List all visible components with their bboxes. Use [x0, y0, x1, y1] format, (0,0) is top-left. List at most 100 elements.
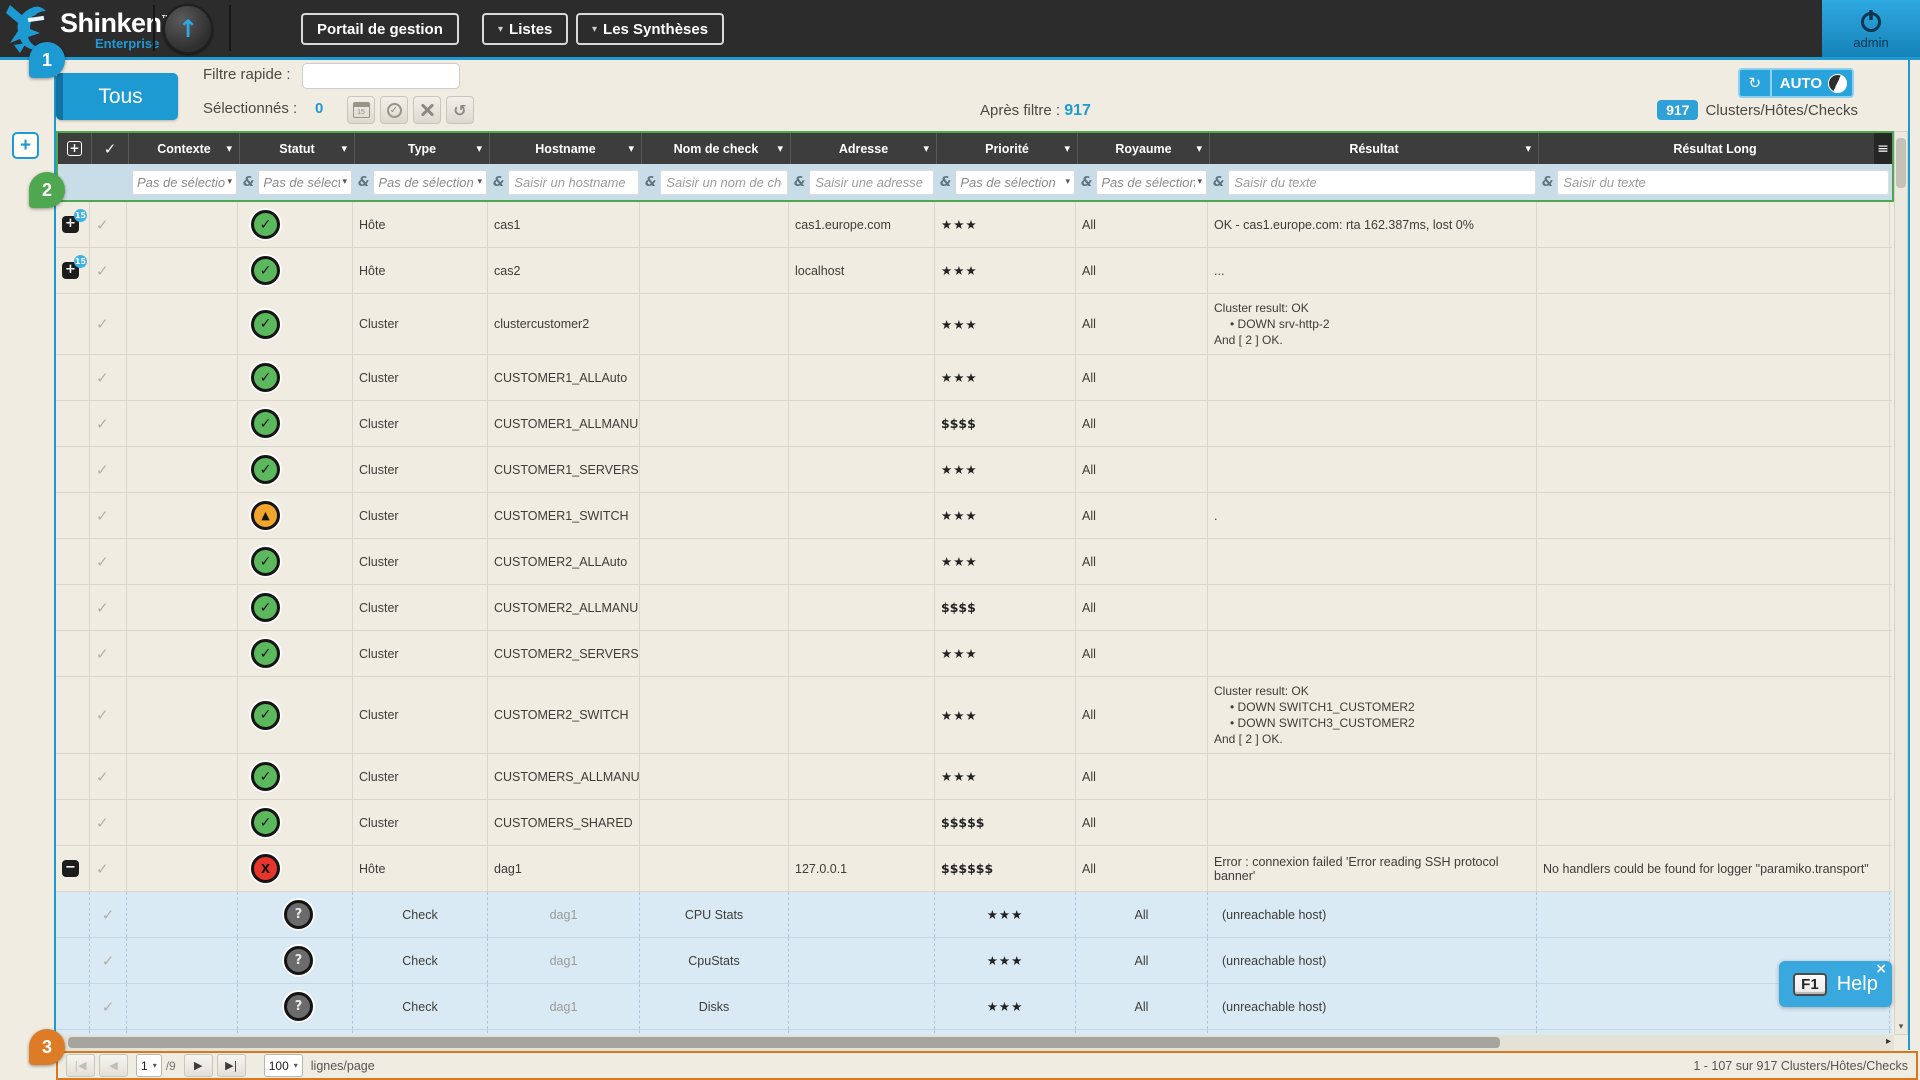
table-row[interactable]: ✓✓ClusterCUSTOMERS_SHARED$$$$$All — [56, 800, 1892, 846]
scroll-down-icon[interactable]: ▾ — [1896, 1022, 1906, 1032]
select-row-icon[interactable]: ✓ — [96, 599, 109, 617]
column-header-select[interactable]: ✓ — [92, 133, 129, 164]
sort-chevron-icon[interactable]: ▾ — [777, 142, 783, 155]
select-row-icon[interactable]: ✓ — [96, 860, 109, 878]
vertical-scrollbar-thumb[interactable] — [1896, 138, 1906, 188]
add-panel-button[interactable]: + — [12, 132, 39, 159]
select-row-icon[interactable]: ✓ — [102, 998, 115, 1016]
nav-portail-de-gestion[interactable]: Portail de gestion — [301, 13, 459, 45]
table-row[interactable]: ✓?Checkdag1Disks★★★All(unreachable host) — [56, 984, 1892, 1030]
nav-les-syntheses[interactable]: ▾Les Synthèses — [576, 13, 724, 45]
filter-select-statut[interactable]: Pas de sélection▾ — [258, 170, 352, 195]
select-row-icon[interactable]: ✓ — [96, 768, 109, 786]
column-header-royaume[interactable]: Royaume▾ — [1078, 133, 1210, 164]
table-row[interactable]: ✓✓ClusterCUSTOMER2_ALLAuto★★★All — [56, 539, 1892, 585]
next-page-button[interactable]: ▶ — [184, 1054, 213, 1077]
vertical-scrollbar[interactable]: ▾ — [1894, 131, 1908, 1035]
horizontal-scrollbar-thumb[interactable] — [68, 1037, 1500, 1048]
sort-chevron-icon[interactable]: ▾ — [628, 142, 634, 155]
close-icon[interactable]: × — [1875, 961, 1887, 977]
sort-chevron-icon[interactable]: ▾ — [923, 142, 929, 155]
collapse-row-icon[interactable]: − — [62, 860, 79, 877]
filter-input-resultat[interactable] — [1228, 170, 1536, 195]
undo-button[interactable]: ↺ — [446, 96, 474, 124]
filter-select-priorite[interactable]: Pas de sélection▾ — [955, 170, 1075, 195]
nav-listes[interactable]: ▾Listes — [482, 13, 568, 45]
table-row[interactable]: ✓✓ClusterCUSTOMER1_SERVERS★★★All — [56, 447, 1892, 493]
cell-check — [640, 585, 789, 630]
select-row-icon[interactable]: ✓ — [96, 415, 109, 433]
quick-filter-input[interactable] — [302, 63, 460, 89]
filter-select-contexte[interactable]: Pas de sélection▾ — [132, 170, 237, 195]
column-header-resultat_long[interactable]: Résultat Long — [1539, 133, 1892, 164]
column-header-expand[interactable]: + — [58, 133, 92, 164]
select-row-icon[interactable]: ✓ — [96, 645, 109, 663]
select-row-icon[interactable]: ✓ — [96, 461, 109, 479]
horizontal-scrollbar[interactable]: ▸ — [56, 1035, 1894, 1051]
sort-chevron-icon[interactable]: ▾ — [341, 142, 347, 155]
select-row-icon[interactable]: ✓ — [96, 216, 109, 234]
column-header-resultat[interactable]: Résultat▾ — [1210, 133, 1539, 164]
column-header-priorite[interactable]: Priorité▾ — [937, 133, 1078, 164]
select-row-icon[interactable]: ✓ — [96, 369, 109, 387]
table-row[interactable]: ✓✓ClusterCUSTOMER2_SWITCH★★★AllCluster r… — [56, 677, 1892, 754]
select-row-icon[interactable]: ✓ — [96, 507, 109, 525]
select-row-icon[interactable]: ✓ — [96, 814, 109, 832]
filter-input-hostname[interactable] — [508, 170, 639, 195]
table-row[interactable]: ✓✓ClusterCUSTOMER1_ALLMANU$$$$All — [56, 401, 1892, 447]
sort-chevron-icon[interactable]: ▾ — [476, 142, 482, 155]
help-popup[interactable]: × F1 Help — [1779, 961, 1892, 1007]
table-row[interactable]: ✓✓Clusterclustercustomer2★★★AllCluster r… — [56, 294, 1892, 355]
per-page-select[interactable]: 100▾ — [264, 1054, 303, 1077]
auto-refresh-toggle[interactable]: ↻ AUTO — [1738, 68, 1854, 98]
expand-all-icon[interactable]: + — [67, 141, 82, 156]
refresh-icon[interactable]: ↻ — [1740, 70, 1772, 96]
previous-page-button[interactable]: ◀ — [99, 1054, 128, 1077]
scroll-top-button[interactable]: ↑ — [163, 4, 213, 54]
table-row[interactable]: ✓▲ClusterCUSTOMER1_SWITCH★★★All. — [56, 493, 1892, 539]
tools-button[interactable] — [413, 96, 441, 124]
first-page-button[interactable]: |◀ — [66, 1054, 95, 1077]
table-row[interactable]: ✓?Checkdag1CpuStats★★★All(unreachable ho… — [56, 938, 1892, 984]
table-row[interactable]: ✓✓ClusterCUSTOMER2_SERVERS★★★All — [56, 631, 1892, 677]
table-row[interactable]: ✓✓ClusterCUSTOMERS_ALLMANU★★★All — [56, 754, 1892, 800]
scope-tous-button[interactable]: Tous — [56, 73, 178, 120]
sort-chevron-icon[interactable]: ▾ — [1525, 142, 1531, 155]
sort-chevron-icon[interactable]: ▾ — [1064, 142, 1070, 155]
select-row-icon[interactable]: ✓ — [102, 952, 115, 970]
expand-row-icon[interactable]: +15 — [62, 262, 79, 279]
column-menu-icon[interactable]: ≡ — [1874, 133, 1892, 164]
column-header-contexte[interactable]: Contexte▾ — [129, 133, 240, 164]
sort-chevron-icon[interactable]: ▾ — [1196, 142, 1202, 155]
expand-row-icon[interactable]: +15 — [62, 216, 79, 233]
table-row[interactable]: ✓✓ClusterCUSTOMER2_ALLMANU$$$$All — [56, 585, 1892, 631]
calendar-button[interactable]: 15 — [347, 96, 375, 124]
table-row[interactable]: +15✓✓Hôtecas2localhost★★★All... — [56, 248, 1892, 294]
column-header-check[interactable]: Nom de check▾ — [642, 133, 791, 164]
select-all-icon[interactable]: ✓ — [104, 140, 117, 158]
filter-input-resultat_long[interactable] — [1557, 170, 1889, 195]
page-select[interactable]: 1▾ — [136, 1054, 162, 1077]
last-page-button[interactable]: ▶| — [217, 1054, 246, 1077]
filter-select-type[interactable]: Pas de sélection▾ — [373, 170, 487, 195]
acknowledge-button[interactable]: ✓ — [380, 96, 408, 124]
table-row[interactable]: ✓?Checkdag1CPU Stats★★★All(unreachable h… — [56, 892, 1892, 938]
admin-menu[interactable]: admin — [1822, 0, 1920, 57]
filter-input-adresse[interactable] — [809, 170, 934, 195]
select-row-icon[interactable]: ✓ — [96, 262, 109, 280]
filter-input-check[interactable] — [660, 170, 788, 195]
scroll-right-icon[interactable]: ▸ — [1886, 1036, 1891, 1047]
column-header-statut[interactable]: Statut▾ — [240, 133, 355, 164]
select-row-icon[interactable]: ✓ — [102, 906, 115, 924]
column-header-type[interactable]: Type▾ — [355, 133, 490, 164]
column-header-hostname[interactable]: Hostname▾ — [490, 133, 642, 164]
table-row[interactable]: −✓XHôtedag1127.0.0.1$$$$$$AllError : con… — [56, 846, 1892, 892]
select-row-icon[interactable]: ✓ — [96, 706, 109, 724]
column-header-adresse[interactable]: Adresse▾ — [791, 133, 937, 164]
table-row[interactable]: +15✓✓Hôtecas1cas1.europe.com★★★AllOK - c… — [56, 202, 1892, 248]
select-row-icon[interactable]: ✓ — [96, 553, 109, 571]
table-row[interactable]: ✓✓ClusterCUSTOMER1_ALLAuto★★★All — [56, 355, 1892, 401]
select-row-icon[interactable]: ✓ — [96, 315, 109, 333]
filter-select-royaume[interactable]: Pas de sélection▾ — [1096, 170, 1207, 195]
sort-chevron-icon[interactable]: ▾ — [226, 142, 232, 155]
